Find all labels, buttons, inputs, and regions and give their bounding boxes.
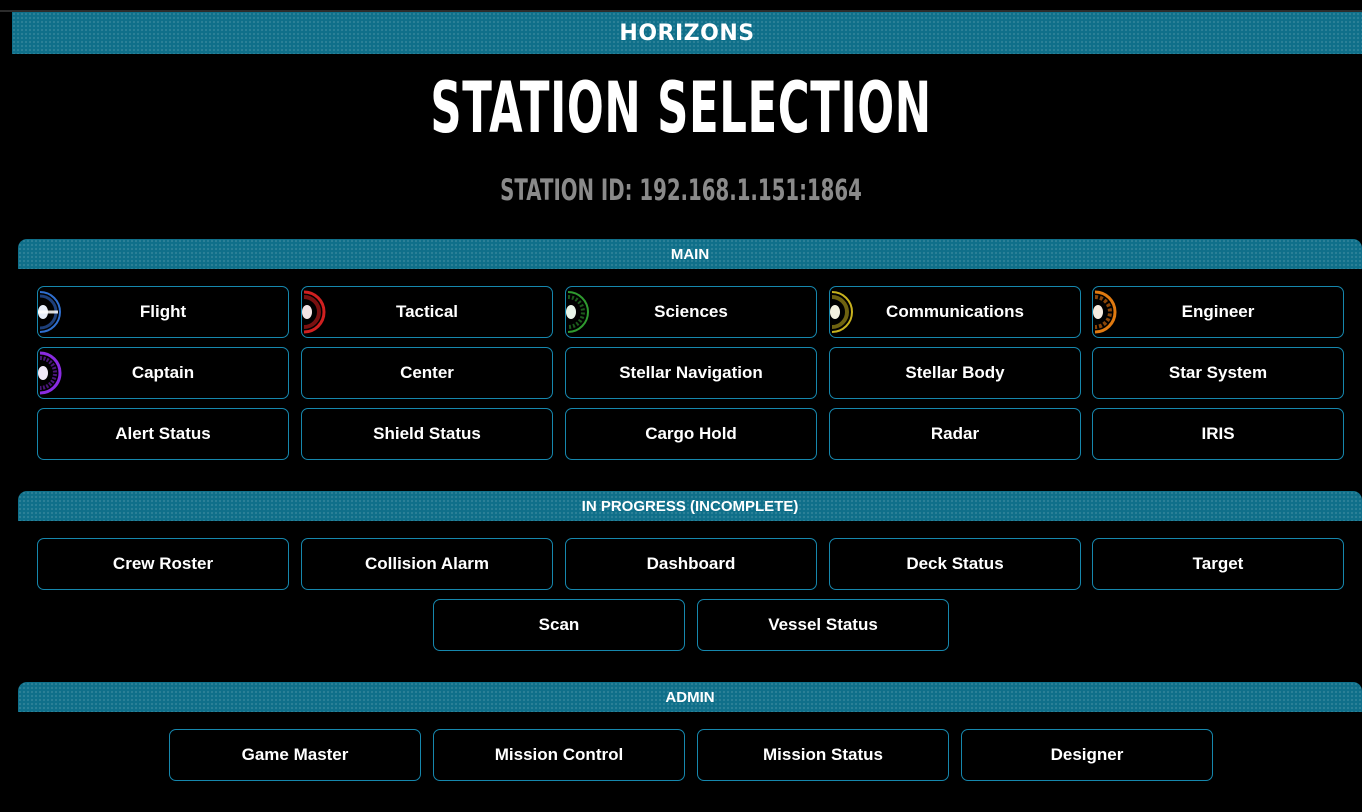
station-button-label: Captain xyxy=(131,363,195,382)
station-button-game-master[interactable]: Game Master xyxy=(169,729,421,781)
station-button-engineer[interactable]: Engineer xyxy=(1092,286,1344,338)
station-button-label: Scan xyxy=(538,615,580,634)
station-button-captain[interactable]: Captain xyxy=(37,347,289,399)
station-button-label: Radar xyxy=(930,424,980,443)
station-button-deck-status[interactable]: Deck Status xyxy=(829,538,1081,590)
station-button-communications[interactable]: Communications xyxy=(829,286,1081,338)
station-button-label: Dashboard xyxy=(646,554,736,573)
section-header-in-progress: IN PROGRESS (INCOMPLETE) xyxy=(18,491,1362,521)
station-button-radar[interactable]: Radar xyxy=(829,408,1081,460)
station-button-stellar-navigation[interactable]: Stellar Navigation xyxy=(565,347,817,399)
section-label-main: MAIN xyxy=(670,245,710,263)
station-button-label: Stellar Navigation xyxy=(619,363,763,382)
station-button-dashboard[interactable]: Dashboard xyxy=(565,538,817,590)
station-button-star-system[interactable]: Star System xyxy=(1092,347,1344,399)
station-button-crew-roster[interactable]: Crew Roster xyxy=(37,538,289,590)
station-button-shield-status[interactable]: Shield Status xyxy=(301,408,553,460)
station-button-label: Star System xyxy=(1168,363,1268,382)
station-button-mission-status[interactable]: Mission Status xyxy=(697,729,949,781)
section-header-main: MAIN xyxy=(18,239,1362,269)
station-button-mission-control[interactable]: Mission Control xyxy=(433,729,685,781)
station-id: STATION ID: 192.168.1.151:1864 xyxy=(500,173,862,207)
station-button-target[interactable]: Target xyxy=(1092,538,1344,590)
top-strip xyxy=(0,0,1362,12)
station-button-label: Target xyxy=(1192,554,1244,573)
station-button-label: Game Master xyxy=(241,745,349,764)
flight-icon xyxy=(38,291,61,333)
station-button-center[interactable]: Center xyxy=(301,347,553,399)
station-button-alert-status[interactable]: Alert Status xyxy=(37,408,289,460)
section-label-in-progress: IN PROGRESS (INCOMPLETE) xyxy=(581,497,799,515)
captain-icon xyxy=(38,351,62,395)
station-button-collision-alarm[interactable]: Collision Alarm xyxy=(301,538,553,590)
station-button-label: Deck Status xyxy=(906,554,1004,573)
station-button-label: Alert Status xyxy=(115,424,211,443)
tactical-icon xyxy=(302,290,326,334)
station-button-label: Vessel Status xyxy=(768,615,878,634)
station-button-designer[interactable]: Designer xyxy=(961,729,1213,781)
communications-icon xyxy=(830,291,853,333)
station-button-label: Tactical xyxy=(395,302,459,321)
station-button-label: Mission Status xyxy=(763,745,883,764)
station-button-label: Collision Alarm xyxy=(364,554,490,573)
station-button-iris[interactable]: IRIS xyxy=(1092,408,1344,460)
station-button-label: Communications xyxy=(886,302,1024,321)
station-button-label: Shield Status xyxy=(373,424,481,443)
station-button-vessel-status[interactable]: Vessel Status xyxy=(697,599,949,651)
station-button-label: Flight xyxy=(139,302,187,321)
station-button-sciences[interactable]: Sciences xyxy=(565,286,817,338)
section-header-admin: ADMIN xyxy=(18,682,1362,712)
station-button-label: Engineer xyxy=(1181,302,1255,321)
station-button-scan[interactable]: Scan xyxy=(433,599,685,651)
station-button-flight[interactable]: Flight xyxy=(37,286,289,338)
page-title: STATION SELECTION xyxy=(430,67,932,149)
app-title: HORIZONS xyxy=(619,20,755,46)
sciences-icon xyxy=(566,291,589,333)
station-button-label: Center xyxy=(400,363,454,382)
station-button-label: Stellar Body xyxy=(905,363,1005,382)
station-button-label: Designer xyxy=(1050,745,1124,764)
station-button-label: Cargo Hold xyxy=(645,424,737,443)
engineer-icon xyxy=(1093,290,1117,334)
section-label-admin: ADMIN xyxy=(665,688,715,706)
station-button-label: IRIS xyxy=(1201,424,1235,443)
station-button-label: Sciences xyxy=(654,302,728,321)
station-button-stellar-body[interactable]: Stellar Body xyxy=(829,347,1081,399)
station-button-label: Crew Roster xyxy=(112,554,214,573)
station-button-cargo-hold[interactable]: Cargo Hold xyxy=(565,408,817,460)
station-button-tactical[interactable]: Tactical xyxy=(301,286,553,338)
app-header: HORIZONS xyxy=(12,12,1362,54)
station-button-label: Mission Control xyxy=(494,745,624,764)
